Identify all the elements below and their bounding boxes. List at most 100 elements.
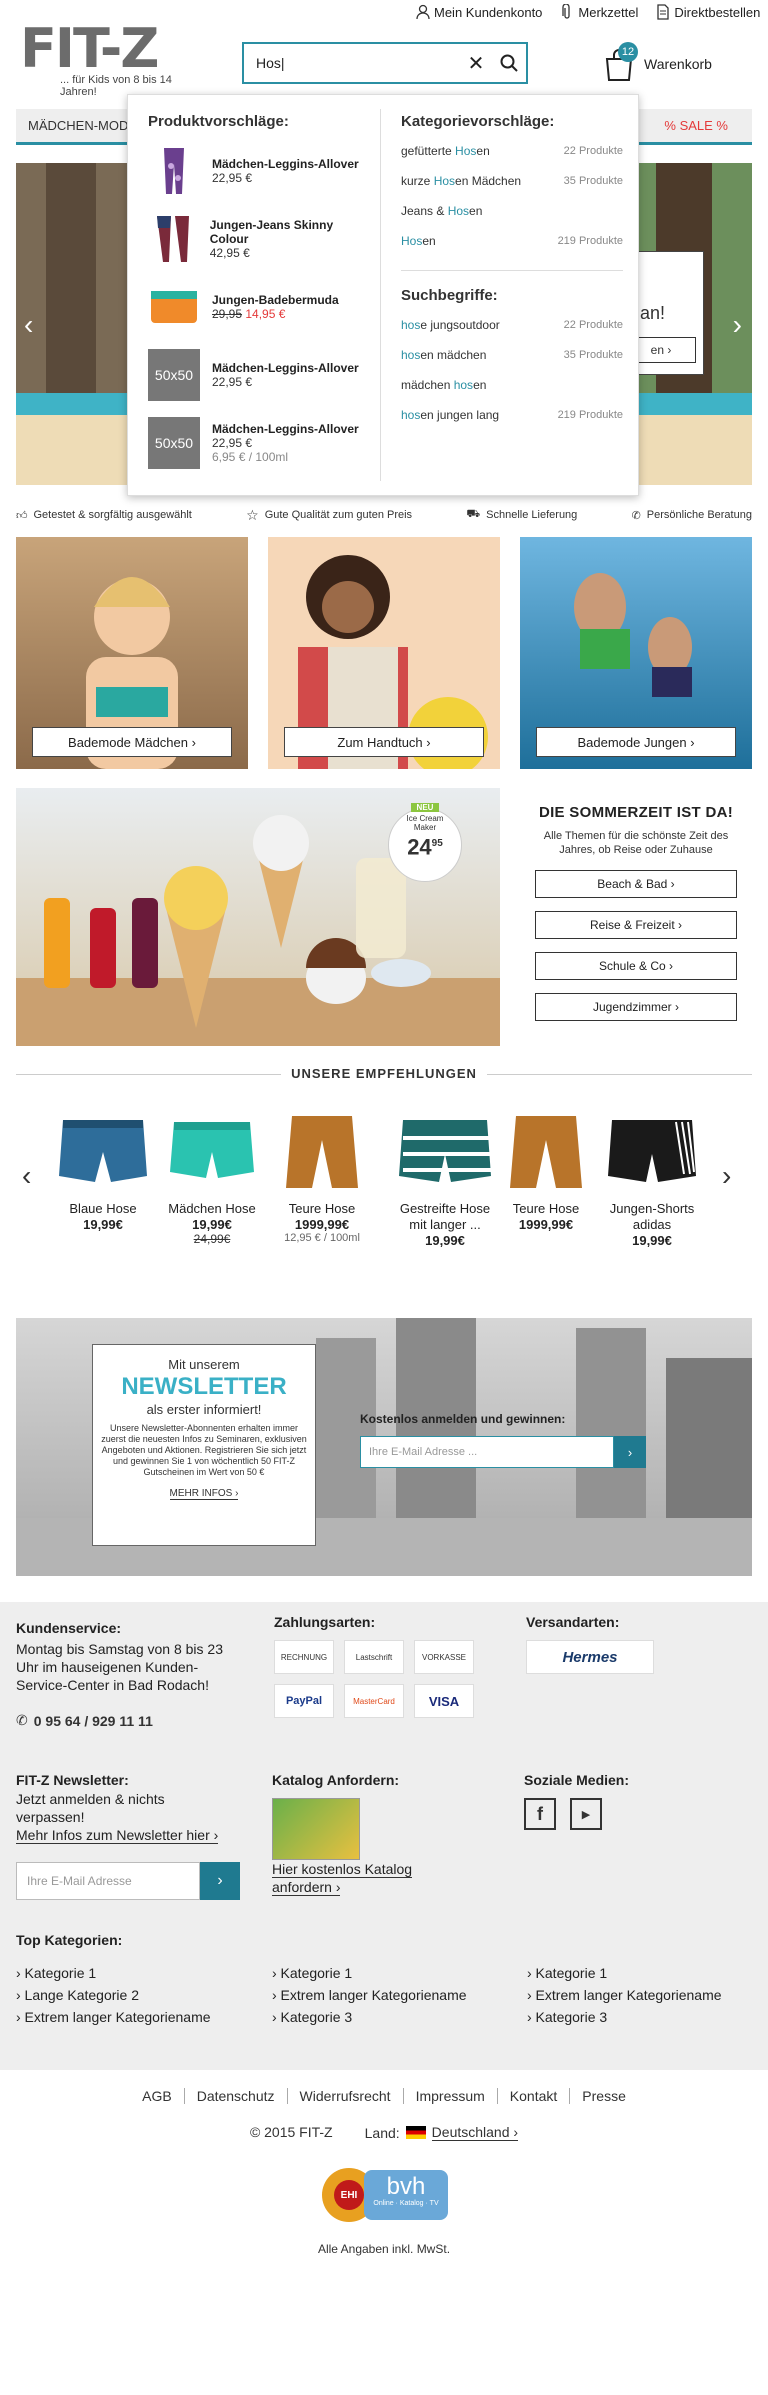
footer-phone[interactable]: ✆ 0 95 64 / 929 11 11	[16, 1712, 246, 1729]
footer-service: Kundenservice: Montag bis Samstag von 8 …	[16, 1620, 246, 1729]
footer-payment: Zahlungsarten: RECHNUNG Lastschrift VORKAS…	[274, 1614, 474, 1718]
top-categories-col1: › Kategorie 1 › Lange Kategorie 2 › Extr…	[16, 1962, 211, 2028]
summer-button[interactable]: Schule & Co ›	[535, 952, 737, 980]
footer-category-link[interactable]: › Kategorie 1	[16, 1962, 211, 1984]
suggest-term[interactable]: hose jungsoutdoor 22 Produkte	[401, 310, 623, 340]
reco-next[interactable]: ›	[722, 1160, 731, 1192]
newsletter-email-input[interactable]: Ihre E-Mail Adresse ...	[360, 1436, 614, 1468]
newsletter-card: Mit unserem NEWSLETTER als erster inform…	[92, 1344, 316, 1546]
account-link[interactable]: Mein Kundenkonto	[416, 4, 542, 20]
suggest-product[interactable]: 50x50 Mädchen-Leggins-Allover 22,95 €6,95…	[148, 409, 368, 477]
newsletter-submit-button[interactable]: ›	[614, 1436, 646, 1468]
suggest-product[interactable]: Jungen-Jeans Skinny Colour 42,95 €	[148, 205, 368, 273]
summer-image[interactable]: NEU Ice Cream Maker 2495	[16, 788, 500, 1046]
bvh-seal: bvh Online · Katalog · TV	[364, 2170, 448, 2220]
product-image	[608, 1120, 696, 1182]
footer-category-link[interactable]: › Lange Kategorie 2	[16, 1984, 211, 2006]
summer-button[interactable]: Jugendzimmer ›	[535, 993, 737, 1021]
reco-product[interactable]: Jungen-Shorts adidas 19,99€	[604, 1112, 700, 1248]
divider	[380, 109, 381, 481]
footer-category-link[interactable]: › Extrem langer Kategoriename	[527, 1984, 722, 2006]
product-suggestions: Mädchen-Leggins-Allover 22,95 € Jungen-Je…	[148, 137, 368, 477]
search-box[interactable]: Hos| ✕	[242, 42, 528, 84]
footer-shipping: Versandarten: Hermes	[526, 1614, 654, 1674]
legal-link[interactable]: Kontakt	[498, 2088, 571, 2104]
copyright-row: © 2015 FIT-Z Land: Deutschland ›	[0, 2124, 768, 2141]
youtube-icon[interactable]: ▶	[570, 1798, 602, 1830]
wishlist-link[interactable]: Merkzettel	[560, 4, 638, 20]
category-button[interactable]: Bademode Mädchen ›	[32, 727, 232, 757]
usp-item: 👍︎ Getestet & sorgfältig ausgewählt	[16, 509, 192, 522]
clear-icon[interactable]: ✕	[460, 51, 492, 76]
newsletter-signup-title: Kostenlos anmelden und gewinnen:	[360, 1412, 566, 1426]
summer-button[interactable]: Beach & Bad ›	[535, 870, 737, 898]
footer-category-link[interactable]: › Extrem langer Kategoriename	[16, 2006, 211, 2028]
suggest-term[interactable]: mädchen hosen	[401, 370, 623, 400]
reco-product[interactable]: Teure Hose 1999,99€ 12,95 € / 100ml	[274, 1112, 370, 1244]
payment-debit-icon: Lastschrift	[344, 1640, 404, 1674]
footer-category-link[interactable]: › Kategorie 3	[272, 2006, 467, 2028]
search-input[interactable]: Hos|	[256, 55, 460, 71]
legal-link[interactable]: AGB	[130, 2088, 185, 2104]
suggest-category[interactable]: gefütterte Hosen 22 Produkte	[401, 136, 623, 166]
price-tag-price: 2495	[407, 834, 443, 860]
reco-title: UNSERE EMPFEHLUNGEN	[0, 1066, 768, 1081]
category-button[interactable]: Zum Handtuch ›	[284, 727, 484, 757]
suggest-product[interactable]: 50x50 Mädchen-Leggins-Allover 22,95 €	[148, 341, 368, 409]
suggest-category[interactable]: Hosen 219 Produkte	[401, 226, 623, 256]
paypal-icon: PayPal	[274, 1684, 334, 1718]
logo[interactable]: FIT-Z ... für Kids von 8 bis 14 Jahren!	[20, 17, 210, 99]
country-selector[interactable]: Deutschland ›	[431, 2124, 519, 2141]
quickorder-link[interactable]: Direktbestellen	[656, 4, 760, 20]
search-icon[interactable]	[492, 54, 526, 72]
reco-product[interactable]: Blaue Hose 19,99€	[55, 1112, 151, 1232]
hero-prev[interactable]: ‹	[24, 309, 33, 341]
top-links: Mein Kundenkonto Merkzettel Direktbestel…	[416, 4, 760, 20]
suggest-category[interactable]: kurze Hosen Mädchen 35 Produkte	[401, 166, 623, 196]
newsletter-more-link[interactable]: MEHR INFOS ›	[169, 1488, 239, 1500]
footer-category-link[interactable]: › Kategorie 1	[272, 1962, 467, 1984]
category-button[interactable]: Bademode Jungen ›	[536, 727, 736, 757]
legal-link[interactable]: Presse	[570, 2088, 638, 2104]
nav-item-sale[interactable]: % SALE %	[652, 118, 752, 133]
category-tile-girls[interactable]: Bademode Mädchen ›	[16, 537, 248, 769]
catalog-link[interactable]: Hier kostenlos Katalog anfordern ›	[272, 1861, 413, 1896]
suggest-term[interactable]: hosen jungen lang 219 Produkte	[401, 400, 623, 430]
footer-category-link[interactable]: › Kategorie 1	[527, 1962, 722, 1984]
trust-seals[interactable]: EHI bvh Online · Katalog · TV	[322, 2166, 448, 2224]
category-tile-boys[interactable]: Bademode Jungen ›	[520, 537, 752, 769]
footer-newsletter: FIT-Z Newsletter: Jetzt anmelden & nicht…	[16, 1772, 240, 1900]
reco-product[interactable]: Mädchen Hose 19,99€ 24,99€	[164, 1112, 260, 1246]
suggest-term[interactable]: hosen mädchen 35 Produkte	[401, 340, 623, 370]
reco-prev[interactable]: ‹	[22, 1160, 31, 1192]
footer-catalog: Katalog Anfordern: Hier kostenlos Katalo…	[272, 1772, 413, 1896]
catalog-image[interactable]	[272, 1798, 360, 1860]
reco-product[interactable]: Gestreifte Hose mit langer ... 19,99€	[395, 1112, 495, 1248]
reco-product[interactable]: Teure Hose 1999,99€	[498, 1112, 594, 1232]
footer-email-input[interactable]: Ihre E-Mail Adresse	[16, 1862, 200, 1900]
facebook-icon[interactable]: f	[524, 1798, 556, 1830]
product-placeholder: 50x50	[148, 349, 200, 401]
footer-newsletter-link[interactable]: Mehr Infos zum Newsletter hier ›	[16, 1827, 219, 1844]
newsletter-form: Ihre E-Mail Adresse ... ›	[360, 1436, 646, 1468]
suggest-category[interactable]: Jeans & Hosen	[401, 196, 623, 226]
star-icon: ☆	[246, 506, 259, 523]
hero-next[interactable]: ›	[733, 309, 742, 341]
legal-link[interactable]: Widerrufsrecht	[288, 2088, 404, 2104]
logo-word: FIT-Z	[20, 17, 159, 80]
category-tile-towel[interactable]: Zum Handtuch ›	[268, 537, 500, 769]
footer-category-link[interactable]: › Kategorie 3	[527, 2006, 722, 2028]
price-tag-label: Ice Cream Maker	[406, 814, 444, 832]
suggest-product[interactable]: Jungen-Badebermuda 29,95 14,95 €	[148, 273, 368, 341]
footer-email-submit[interactable]: ›	[200, 1862, 240, 1900]
summer-button[interactable]: Reise & Freizeit ›	[535, 911, 737, 939]
product-image	[170, 1122, 254, 1178]
legal-link[interactable]: Impressum	[404, 2088, 498, 2104]
payment-invoice-icon: RECHNUNG	[274, 1640, 334, 1674]
suggest-product[interactable]: Mädchen-Leggins-Allover 22,95 €	[148, 137, 368, 205]
legal-link[interactable]: Datenschutz	[185, 2088, 288, 2104]
summer-panel: DIE SOMMERZEIT IST DA! Alle Themen für d…	[520, 804, 752, 857]
cart[interactable]: 12 Warenkorb	[604, 42, 724, 84]
product-thumb	[148, 213, 198, 265]
footer-category-link[interactable]: › Extrem langer Kategoriename	[272, 1984, 467, 2006]
